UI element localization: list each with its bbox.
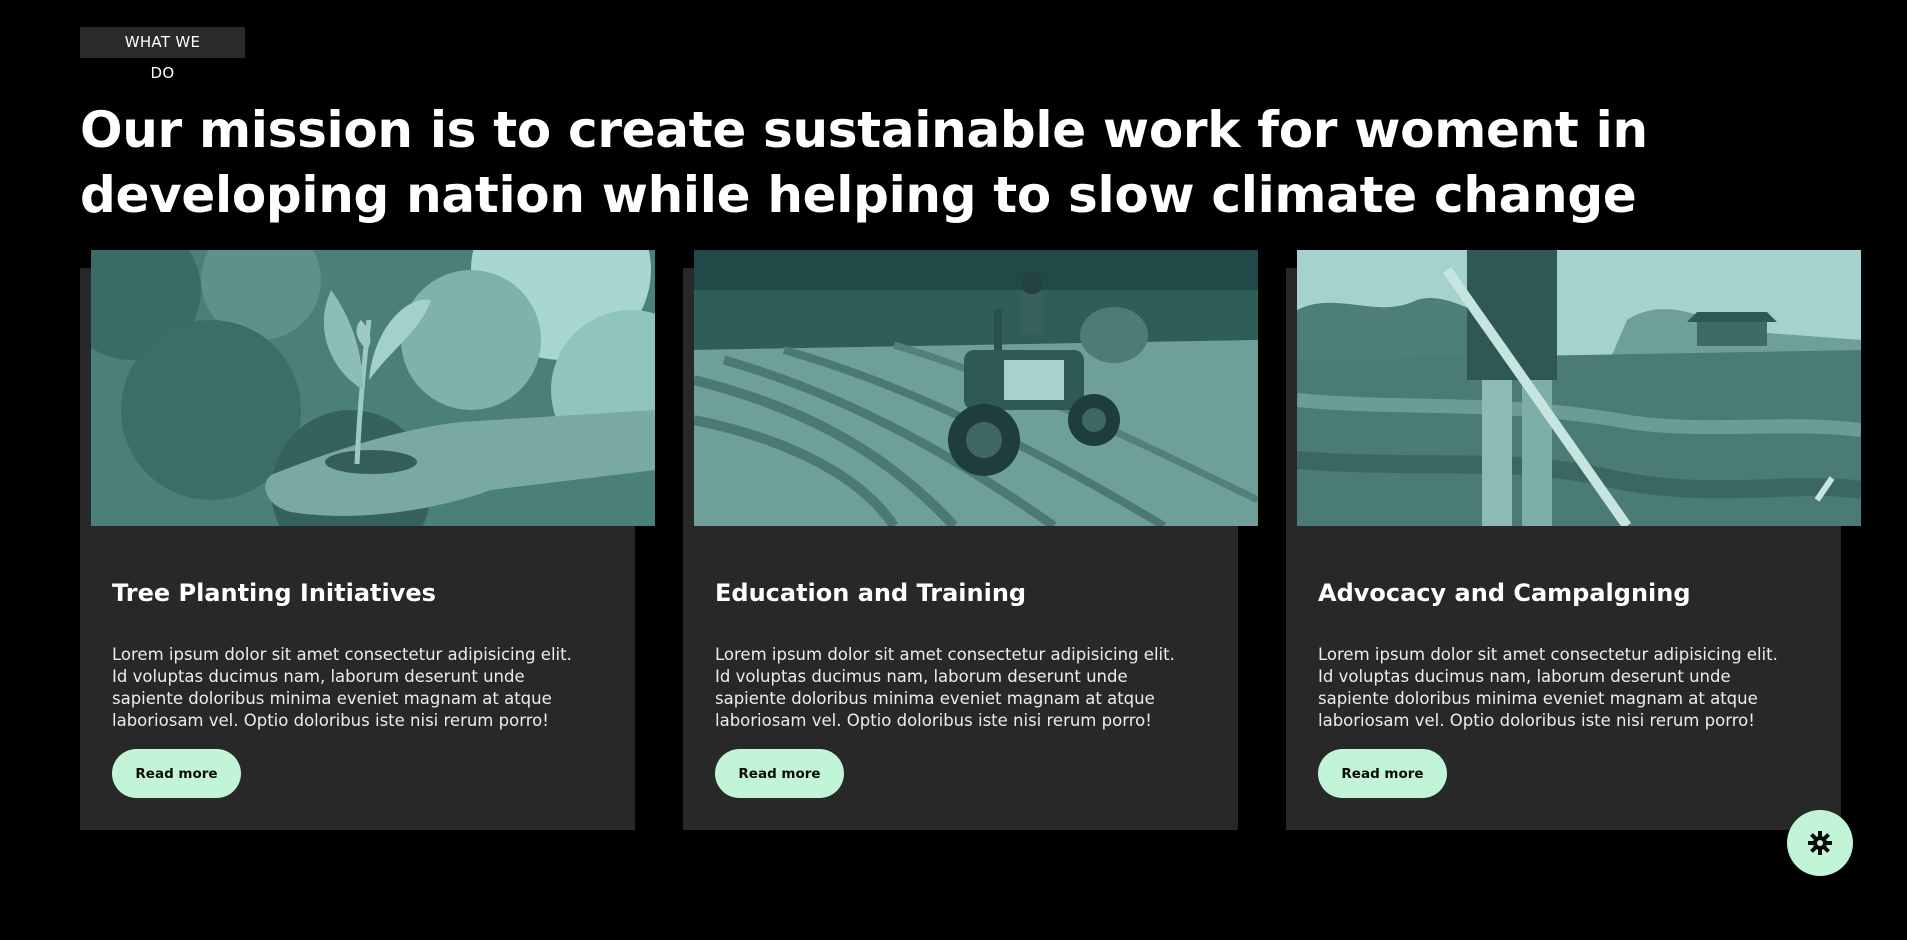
card-title: Tree Planting Initiatives (112, 579, 436, 607)
card-image-seedling (91, 250, 655, 526)
read-more-button[interactable]: Read more (1318, 749, 1447, 798)
mission-headline: Our mission is to create sustainable wor… (80, 101, 1648, 224)
card-title: Advocacy and Campalgning (1318, 579, 1691, 607)
read-more-button[interactable]: Read more (112, 749, 241, 798)
what-we-do-section: WHAT WE DO Our mission is to create sust… (80, 27, 1860, 224)
gear-icon (1808, 831, 1832, 855)
read-more-button[interactable]: Read more (715, 749, 844, 798)
card-image-tractor (694, 250, 1258, 526)
card-image-farmer (1297, 250, 1861, 526)
card-description: Lorem ipsum dolor sit amet consectetur a… (112, 645, 572, 730)
card-description: Lorem ipsum dolor sit amet consectetur a… (1318, 645, 1778, 730)
section-eyebrow: WHAT WE DO (80, 27, 245, 82)
settings-fab-button[interactable] (1787, 810, 1853, 876)
card-description: Lorem ipsum dolor sit amet consectetur a… (715, 645, 1175, 730)
card-title: Education and Training (715, 579, 1027, 607)
